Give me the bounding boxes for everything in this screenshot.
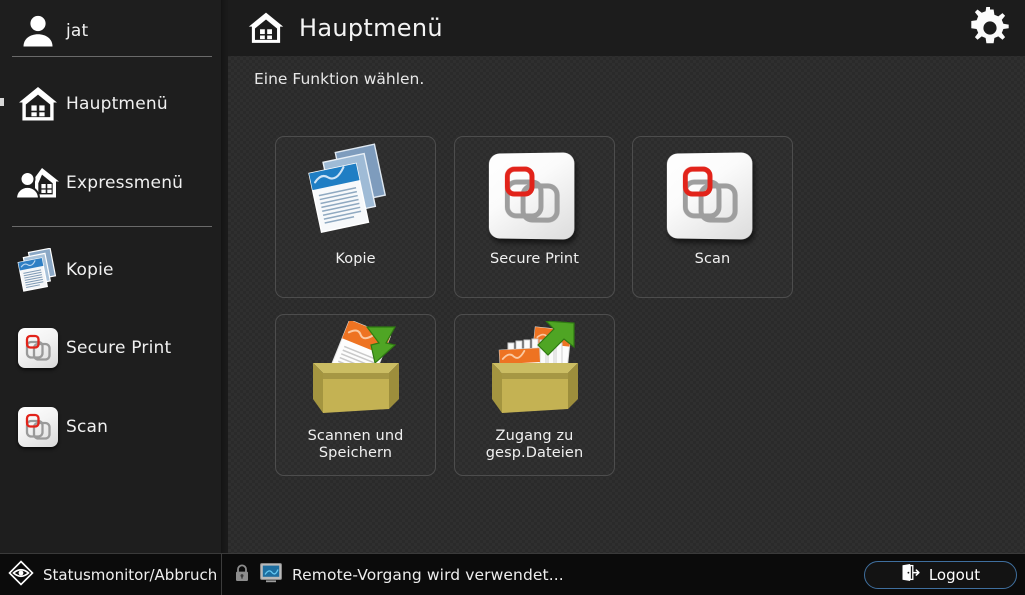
tile-scan[interactable]: Scan (632, 136, 793, 298)
scan-icon (648, 143, 778, 251)
sidebar-item-label: Kopie (66, 259, 114, 280)
tile-scan-and-store[interactable]: Scannen und Speichern (275, 314, 436, 476)
instruction-text: Eine Funktion wählen. (254, 70, 425, 88)
logout-door-icon (901, 564, 920, 585)
status-bar: Statusmonitor/Abbruch Remote-Vorgang wir… (0, 553, 1025, 595)
sidebar-item-label: Hauptmenü (66, 93, 168, 114)
secure-print-icon (470, 143, 600, 251)
sidebar-user-label: jat (66, 20, 89, 41)
sidebar-divider-1 (12, 56, 212, 57)
status-message: Remote-Vorgang wird verwendet... (292, 565, 564, 584)
printer-touch-panel: jat Hauptmenü Expressmenü Kopie Secure P… (0, 0, 1025, 595)
page-title: Hauptmenü (299, 14, 443, 42)
sidebar-item-scan[interactable]: Scan (0, 396, 222, 458)
sidebar-item-hauptmenu[interactable]: Hauptmenü (0, 73, 222, 135)
sidebar-divider-2 (12, 226, 212, 227)
remote-monitor-icon (260, 562, 282, 587)
copy-documents-icon (10, 248, 66, 292)
tile-kopie[interactable]: Kopie (275, 136, 436, 298)
home-icon (246, 9, 286, 47)
copy-documents-icon (291, 143, 421, 251)
scan-and-store-icon (291, 319, 421, 429)
scan-icon (10, 407, 66, 447)
express-menu-icon (10, 163, 66, 203)
lock-icon (234, 564, 250, 586)
gear-icon[interactable] (969, 5, 1011, 53)
logout-button[interactable]: Logout (864, 560, 1017, 589)
tile-label-line2: Speichern (318, 445, 393, 462)
sidebar-item-label: Scan (66, 416, 109, 437)
tile-label-line2: gesp.Dateien (485, 445, 584, 462)
sidebar-item-label: Secure Print (66, 337, 172, 358)
tile-label: Secure Print (489, 251, 579, 267)
tile-label: Kopie (335, 251, 376, 267)
sidebar: jat Hauptmenü Expressmenü Kopie Secure P… (0, 0, 227, 553)
sidebar-item-secure-print[interactable]: Secure Print (0, 317, 222, 379)
sidebar-item-label: Expressmenü (66, 172, 184, 193)
status-monitor-label: Statusmonitor/Abbruch (43, 565, 218, 584)
tile-label-line1: Zugang zu (495, 428, 574, 444)
header-bar: Hauptmenü (228, 0, 1025, 56)
user-icon (10, 11, 66, 51)
sidebar-item-kopie[interactable]: Kopie (0, 239, 222, 301)
tile-access-stored-files[interactable]: Zugang zu gesp.Dateien (454, 314, 615, 476)
tile-label-line1: Scannen und (307, 428, 404, 444)
tile-label: Scannen und Speichern (308, 428, 404, 462)
logout-label: Logout (928, 565, 981, 584)
tile-secure-print[interactable]: Secure Print (454, 136, 615, 298)
main-content: Hauptmenü Eine Funktion wählen. Kopie Se… (228, 0, 1025, 553)
tile-label: Scan (694, 251, 731, 267)
tile-label: Zugang zu gesp.Dateien (486, 428, 584, 462)
sidebar-item-user[interactable]: jat (0, 0, 222, 62)
sidebar-item-expressmenu[interactable]: Expressmenü (0, 152, 222, 214)
status-monitor-icon (8, 559, 34, 590)
access-stored-files-icon (470, 320, 600, 429)
status-monitor-button[interactable]: Statusmonitor/Abbruch (0, 554, 222, 595)
secure-print-icon (10, 328, 66, 368)
home-icon (10, 84, 66, 124)
status-message-area: Remote-Vorgang wird verwendet... Logout (222, 554, 1025, 595)
